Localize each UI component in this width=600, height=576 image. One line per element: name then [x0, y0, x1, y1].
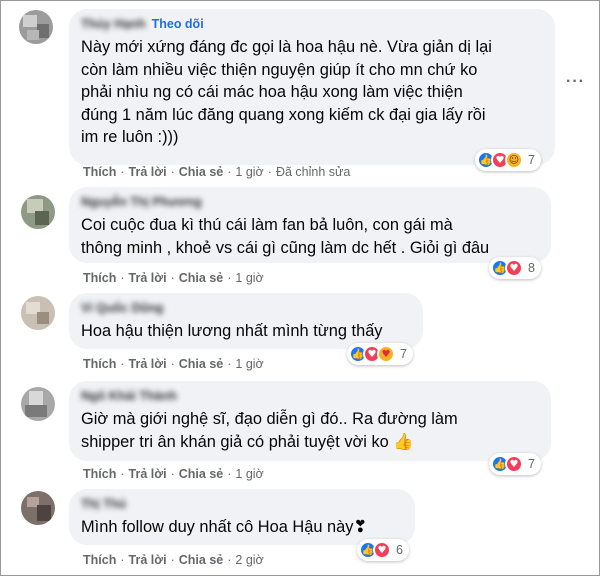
share-action[interactable]: Chia sẻ	[179, 271, 223, 285]
comment-actions: Thích · Trả lời · Chia sẻ · 1 giờ	[83, 357, 264, 371]
reaction-summary[interactable]: 👍 ♥ 7	[489, 453, 541, 475]
reaction-count: 8	[528, 261, 535, 275]
reaction-summary[interactable]: 👍 ♥ ♥ 7	[347, 343, 413, 365]
comment-author[interactable]: Ngô Khải Thành	[81, 388, 539, 404]
comment-time[interactable]: 2 giờ	[235, 553, 263, 567]
reaction-summary[interactable]: 👍 ♥ ☺ 7	[475, 149, 541, 171]
reply-action[interactable]: Trả lời	[129, 467, 167, 481]
comment-time[interactable]: 1 giờ	[235, 165, 263, 179]
comments-panel: Thủy Hạnh Theo dõi Này mới xứng đáng đc g…	[0, 0, 600, 576]
like-action[interactable]: Thích	[83, 553, 116, 567]
follow-button[interactable]: Theo dõi	[152, 17, 204, 31]
love-icon: ♥	[373, 541, 391, 559]
care-icon: ♥	[377, 345, 395, 363]
reply-action[interactable]: Trả lời	[129, 165, 167, 179]
comment-actions: Thích · Trả lời · Chia sẻ · 2 giờ	[83, 553, 264, 567]
comment-bubble: Thị Thủ Mình follow duy nhất cô Hoa Hậu …	[69, 489, 415, 545]
reaction-count: 7	[528, 457, 535, 471]
comment-text: Này mới xứng đáng đc gọi là hoa hậu nè. …	[81, 38, 492, 146]
comment-time[interactable]: 1 giờ	[235, 271, 263, 285]
edited-label: Đã chỉnh sửa	[275, 165, 351, 179]
avatar[interactable]	[21, 387, 55, 421]
comment-actions: Thích · Trả lời · Chia sẻ · 1 giờ · Đã chỉnh sửa	[83, 165, 351, 179]
reply-action[interactable]: Trả lời	[129, 553, 167, 567]
comment-text: Giờ mà giới nghệ sĩ, đạo diễn gì đó.. Ra…	[81, 410, 458, 451]
reaction-summary[interactable]: 👍 ♥ 8	[489, 257, 541, 279]
avatar[interactable]	[21, 491, 55, 525]
reply-action[interactable]: Trả lời	[129, 357, 167, 371]
love-icon: ♥	[505, 455, 523, 473]
reaction-summary[interactable]: 👍 ♥ 6	[357, 539, 409, 561]
share-action[interactable]: Chia sẻ	[179, 165, 223, 179]
like-action[interactable]: Thích	[83, 271, 116, 285]
comment-text: Coi cuộc đua kì thú cái làm fan bả luôn,…	[81, 216, 490, 257]
comment-bubble: Nguyễn Thị Phương Coi cuộc đua kì thú cá…	[69, 187, 551, 263]
share-action[interactable]: Chia sẻ	[179, 467, 223, 481]
like-action[interactable]: Thích	[83, 467, 116, 481]
comment-actions: Thích · Trả lời · Chia sẻ · 1 giờ	[83, 271, 264, 285]
reaction-count: 6	[396, 543, 403, 557]
comment-bubble: Ngô Khải Thành Giờ mà giới nghệ sĩ, đạo …	[69, 381, 551, 461]
comment-author[interactable]: Vi Quốc Dũng	[81, 300, 411, 316]
love-icon: ♥	[505, 259, 523, 277]
comment-time[interactable]: 1 giờ	[235, 357, 263, 371]
comment-bubble: Vi Quốc Dũng Hoa hậu thiện lương nhất mì…	[69, 293, 423, 349]
share-action[interactable]: Chia sẻ	[179, 553, 223, 567]
avatar[interactable]	[21, 296, 55, 330]
avatar[interactable]	[21, 195, 55, 229]
reaction-count: 7	[528, 153, 535, 167]
comment-author[interactable]: Thủy Hạnh Theo dõi	[81, 16, 543, 32]
more-horizontal-icon[interactable]: ···	[566, 73, 585, 91]
comment-actions: Thích · Trả lời · Chia sẻ · 1 giờ	[83, 467, 264, 481]
comment-author[interactable]: Thị Thủ	[81, 496, 403, 512]
like-action[interactable]: Thích	[83, 165, 116, 179]
reply-action[interactable]: Trả lời	[129, 271, 167, 285]
comment-bubble: Thủy Hạnh Theo dõi Này mới xứng đáng đc g…	[69, 9, 555, 165]
comment-text: Mình follow duy nhất cô Hoa Hậu này❣	[81, 518, 368, 536]
comment-text: Hoa hậu thiện lương nhất mình từng thấy	[81, 322, 383, 340]
reaction-count: 7	[400, 347, 407, 361]
avatar[interactable]	[19, 10, 53, 44]
share-action[interactable]: Chia sẻ	[179, 357, 223, 371]
haha-icon: ☺	[505, 151, 523, 169]
comment-time[interactable]: 1 giờ	[235, 467, 263, 481]
like-action[interactable]: Thích	[83, 357, 116, 371]
comment-author[interactable]: Nguyễn Thị Phương	[81, 194, 539, 210]
